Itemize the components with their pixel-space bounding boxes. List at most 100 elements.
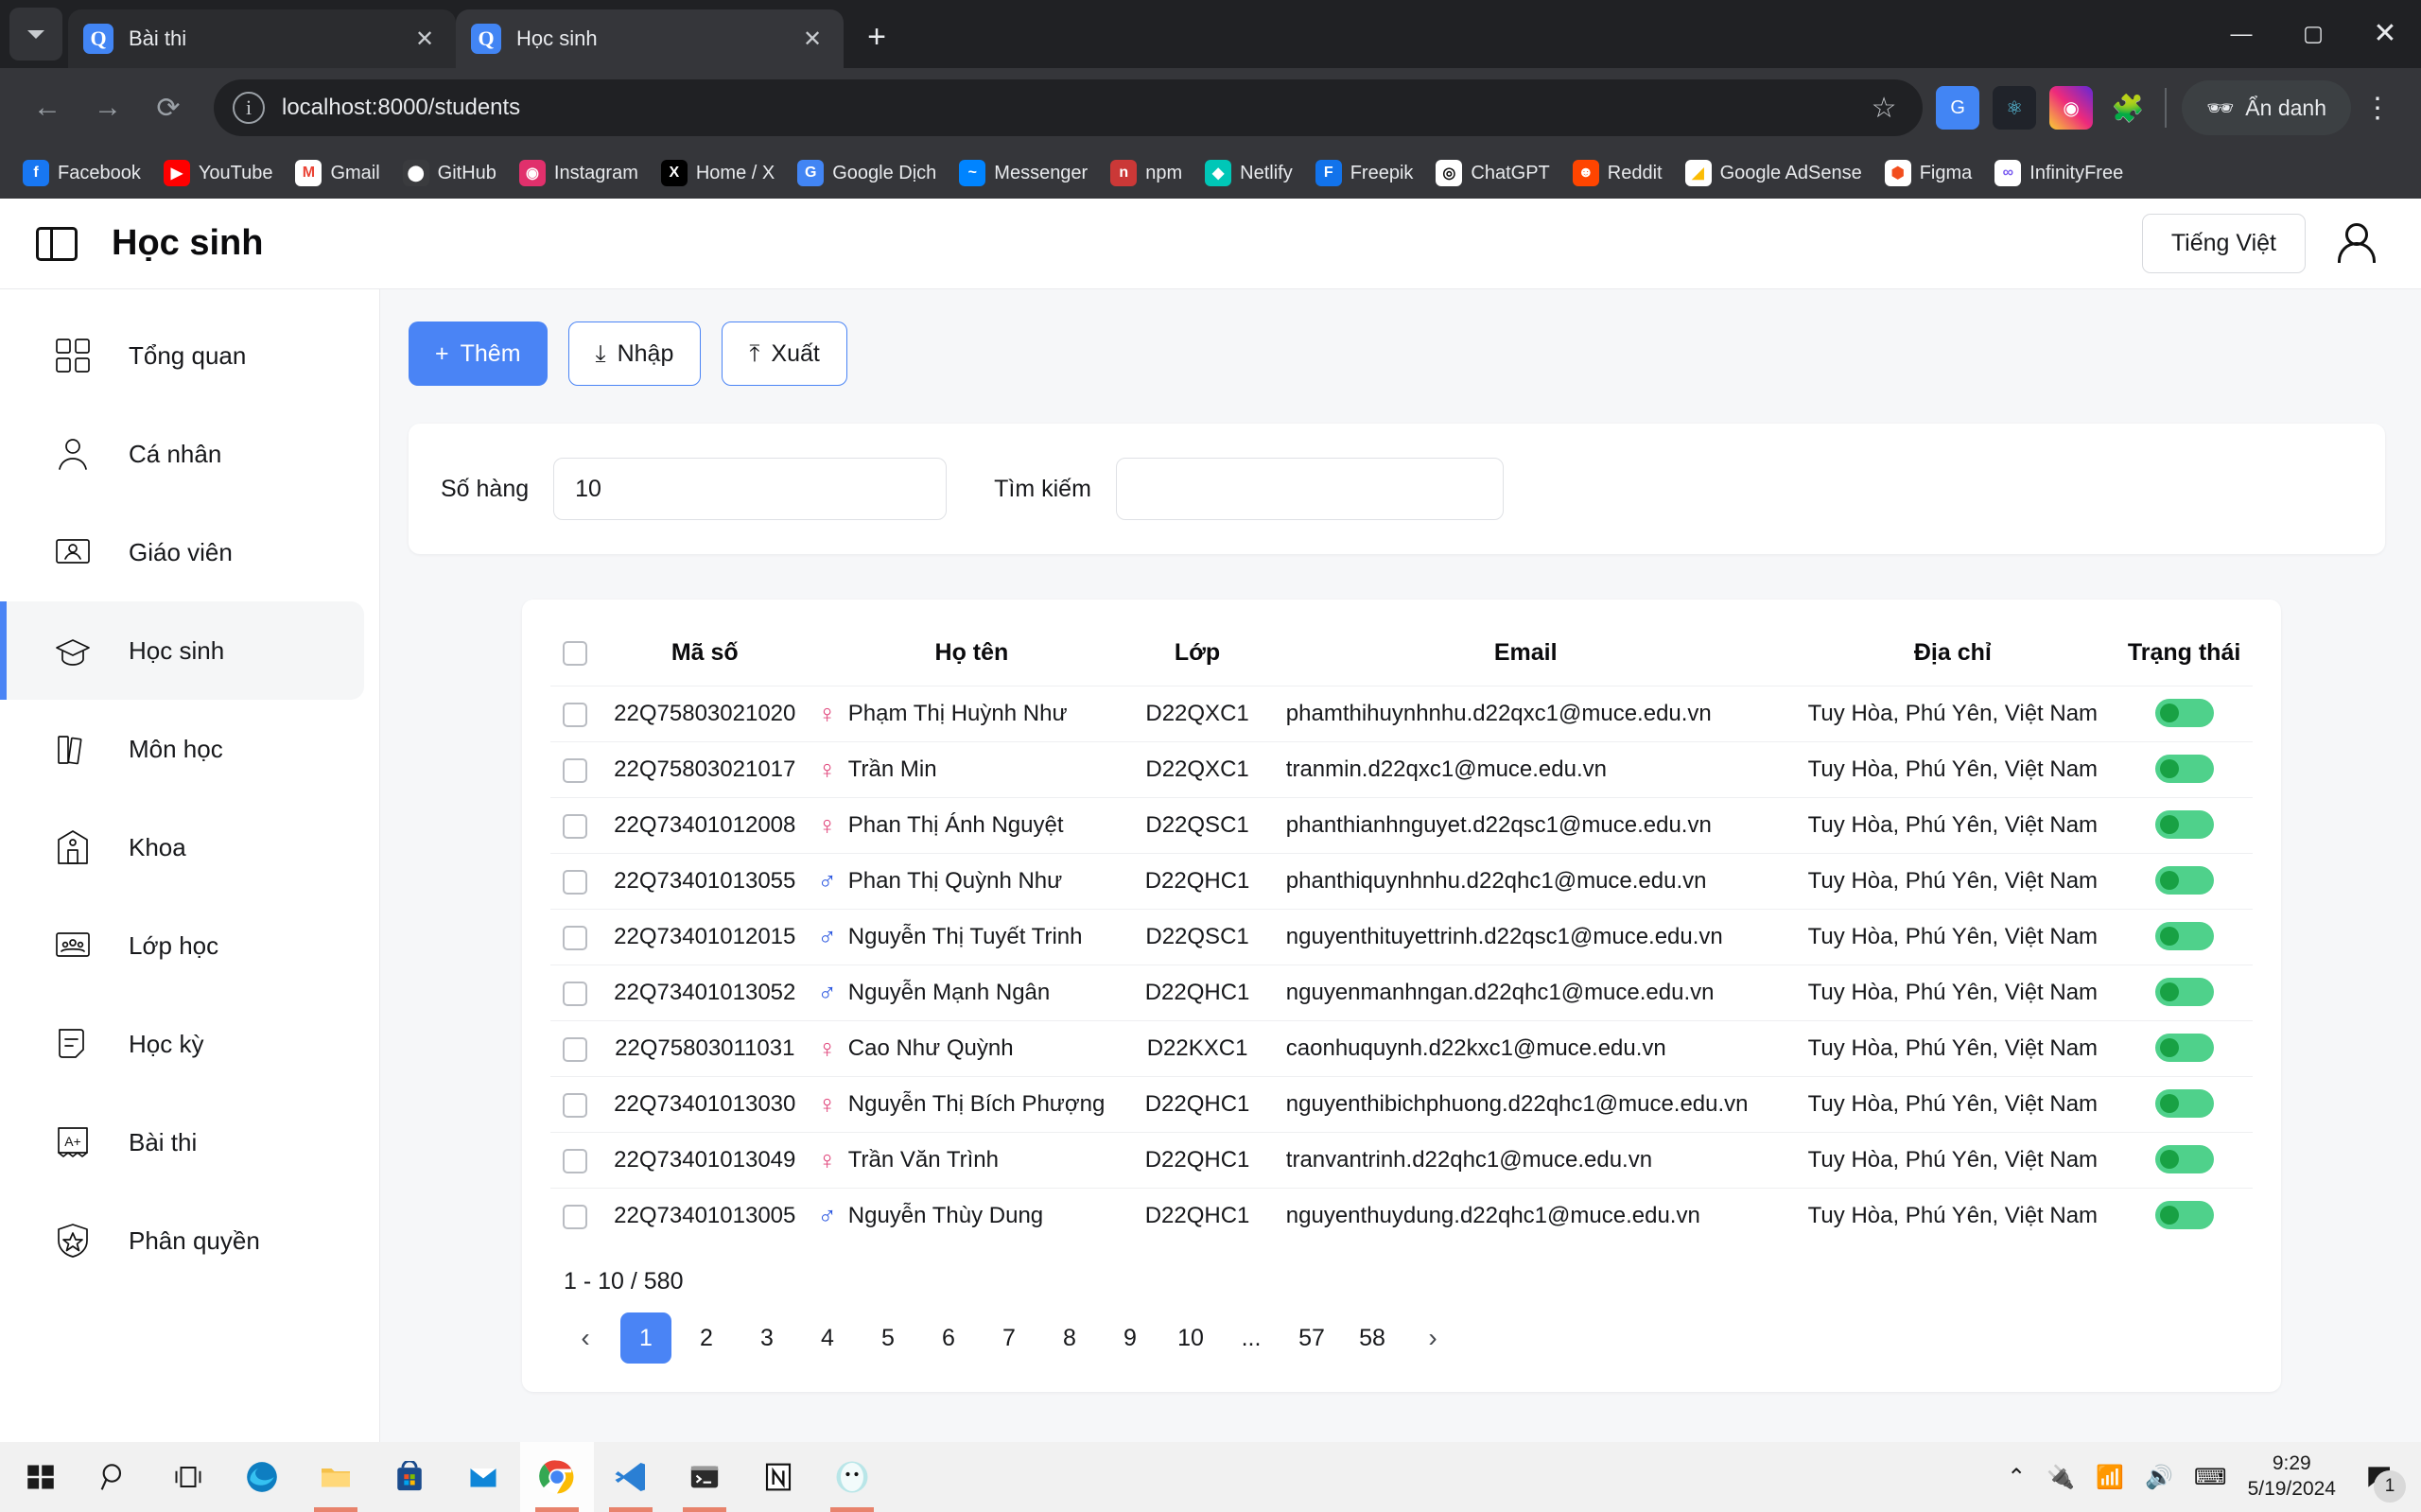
sidebar-item-10[interactable]: Phân quyền [0, 1191, 379, 1290]
status-toggle[interactable] [2154, 1034, 2214, 1062]
back-icon[interactable]: ← [17, 78, 78, 138]
pagination-page-57[interactable]: 57 [1286, 1312, 1337, 1364]
volume-icon[interactable]: 🔊 [2145, 1464, 2173, 1491]
select-all-checkbox[interactable] [563, 641, 587, 667]
sidebar-item-5[interactable]: Môn học [0, 700, 379, 798]
status-toggle[interactable] [2154, 1089, 2214, 1118]
status-toggle[interactable] [2154, 755, 2214, 783]
export-button[interactable]: ⤒ Xuất [722, 322, 847, 386]
row-checkbox[interactable] [563, 757, 587, 783]
table-row[interactable]: 22Q75803011031 ♀ Cao Như Quỳnh D22KXC1 caonh… [550, 1020, 2253, 1077]
terminal-icon[interactable] [668, 1442, 741, 1512]
browser-menu-icon[interactable]: ⋮ [2351, 92, 2404, 125]
status-toggle[interactable] [2154, 1145, 2214, 1173]
bookmark-item[interactable]: ⬢ Figma [1875, 154, 1982, 192]
table-row[interactable]: 22Q75803021017 ♀ Trần Min D22QXC1 tranmin.d2… [550, 741, 2253, 798]
bookmark-item[interactable]: ◎ ChatGPT [1426, 154, 1559, 192]
zalo-icon[interactable] [815, 1442, 889, 1512]
sidebar-item-7[interactable]: Lớp học [0, 896, 379, 995]
sidebar-item-8[interactable]: Học kỳ [0, 995, 379, 1093]
instagram-downloader-icon[interactable]: ◉ [2049, 86, 2094, 130]
status-toggle[interactable] [2154, 978, 2214, 1006]
pagination-page-58[interactable]: 58 [1347, 1312, 1398, 1364]
site-info-icon[interactable]: i [233, 92, 265, 124]
row-checkbox[interactable] [563, 702, 587, 727]
notification-center-icon[interactable]: 1 [2357, 1455, 2406, 1503]
show-hidden-icons[interactable]: ⌃ [2007, 1464, 2026, 1491]
status-toggle[interactable] [2154, 810, 2214, 839]
close-icon[interactable]: ✕ [796, 26, 828, 53]
pagination-page-10[interactable]: 10 [1165, 1312, 1216, 1364]
row-checkbox[interactable] [563, 1148, 587, 1173]
sidebar-item-1[interactable]: Tổng quan [0, 306, 379, 405]
chrome-icon[interactable] [520, 1442, 594, 1512]
avatar[interactable] [2332, 219, 2381, 269]
react-devtools-icon[interactable]: ⚛ [1993, 86, 2037, 130]
bookmark-item[interactable]: ◆ Netlify [1195, 154, 1302, 192]
import-button[interactable]: ⤓ Nhập [567, 322, 702, 386]
pagination-page-5[interactable]: 5 [862, 1312, 914, 1364]
col-email[interactable]: Email [1262, 626, 1790, 686]
row-checkbox[interactable] [563, 869, 587, 895]
sidebar-item-4[interactable]: Học sinh [0, 601, 364, 700]
bookmark-item[interactable]: F Freepik [1306, 154, 1423, 192]
pagination-page-1[interactable]: 1 [620, 1312, 671, 1364]
bookmark-item[interactable]: G Google Dịch [788, 154, 946, 192]
notion-icon[interactable] [741, 1442, 815, 1512]
forward-icon[interactable]: → [78, 78, 138, 138]
microsoft-store-icon[interactable] [373, 1442, 446, 1512]
table-row[interactable]: 22Q73401013005 ♂ Nguyễn Thùy Dung D22QHC1 ng… [550, 1188, 2253, 1243]
pagination-page-6[interactable]: 6 [923, 1312, 974, 1364]
bookmark-item[interactable]: ⬤ GitHub [393, 154, 506, 192]
pagination-page-...[interactable]: ... [1226, 1312, 1277, 1364]
address-bar[interactable]: i localhost:8000/students ☆ [214, 79, 1924, 136]
tab-search-button[interactable] [9, 8, 62, 61]
table-row[interactable]: 22Q73401012008 ♀ Phan Thị Ánh Nguyệt D22QSC… [550, 797, 2253, 854]
table-row[interactable]: 22Q75803021020 ♀ Phạm Thị Huỳnh Như D22QXC1… [550, 686, 2253, 742]
extensions-puzzle-icon[interactable]: 🧩 [2106, 86, 2150, 130]
pagination-page-8[interactable]: 8 [1044, 1312, 1095, 1364]
bookmark-item[interactable]: ~ Messenger [949, 154, 1097, 192]
keyboard-icon[interactable]: ⌨ [2194, 1464, 2227, 1491]
bookmark-item[interactable]: X Home / X [652, 154, 784, 192]
pagination-page-9[interactable]: 9 [1105, 1312, 1156, 1364]
add-button[interactable]: + Thêm [409, 322, 548, 386]
file-explorer-icon[interactable] [299, 1442, 373, 1512]
minimize-button[interactable]: — [2205, 0, 2277, 66]
bookmark-item[interactable]: ▶ YouTube [154, 154, 283, 192]
close-icon[interactable]: ✕ [409, 26, 441, 53]
google-translate-icon[interactable]: G [1936, 86, 1980, 130]
clock[interactable]: 9:29 5/19/2024 [2248, 1451, 2336, 1503]
row-checkbox[interactable] [563, 1036, 587, 1062]
table-row[interactable]: 22Q73401012015 ♂ Nguyễn Thị Tuyết Trinh D22… [550, 909, 2253, 965]
close-window-button[interactable]: ✕ [2349, 0, 2421, 66]
search-icon[interactable] [78, 1442, 151, 1512]
table-row[interactable]: 22Q73401013030 ♀ Nguyễn Thị Bích Phượng D22… [550, 1076, 2253, 1133]
sidebar-item-2[interactable]: Cá nhân [0, 405, 379, 503]
task-view-icon[interactable] [151, 1442, 225, 1512]
rows-input[interactable]: 10 [553, 458, 948, 520]
bookmark-item[interactable]: M Gmail [286, 154, 389, 192]
sidebar-item-9[interactable]: A+ Bài thi [0, 1093, 379, 1191]
mail-icon[interactable] [446, 1442, 520, 1512]
search-input[interactable] [1115, 458, 1504, 520]
pagination-next[interactable]: › [1407, 1312, 1458, 1364]
new-tab-button[interactable]: + [851, 11, 902, 62]
bookmark-item[interactable]: ◉ Instagram [510, 154, 648, 192]
table-row[interactable]: 22Q73401013049 ♀ Trần Văn Trình D22QHC1 tran… [550, 1132, 2253, 1189]
wifi-icon[interactable]: 📶 [2096, 1464, 2124, 1491]
row-checkbox[interactable] [563, 813, 587, 839]
row-checkbox[interactable] [563, 981, 587, 1006]
pagination-prev[interactable]: ‹ [560, 1312, 611, 1364]
language-selector[interactable]: Tiếng Việt [2141, 214, 2306, 273]
table-row[interactable]: 22Q73401013055 ♂ Phan Thị Quỳnh Như D22QHC1… [550, 853, 2253, 910]
panel-toggle-icon[interactable] [36, 226, 78, 261]
windows-start-icon[interactable] [4, 1442, 78, 1512]
reload-icon[interactable]: ⟳ [138, 78, 199, 138]
table-row[interactable]: 22Q73401013052 ♂ Nguyễn Mạnh Ngân D22QHC1 ng… [550, 965, 2253, 1021]
col-class[interactable]: Lớp [1133, 626, 1261, 686]
pagination-page-4[interactable]: 4 [802, 1312, 853, 1364]
bookmark-item[interactable]: n npm [1101, 154, 1192, 192]
row-checkbox[interactable] [563, 1092, 587, 1118]
battery-charging-icon[interactable]: 🔌 [2047, 1464, 2075, 1491]
